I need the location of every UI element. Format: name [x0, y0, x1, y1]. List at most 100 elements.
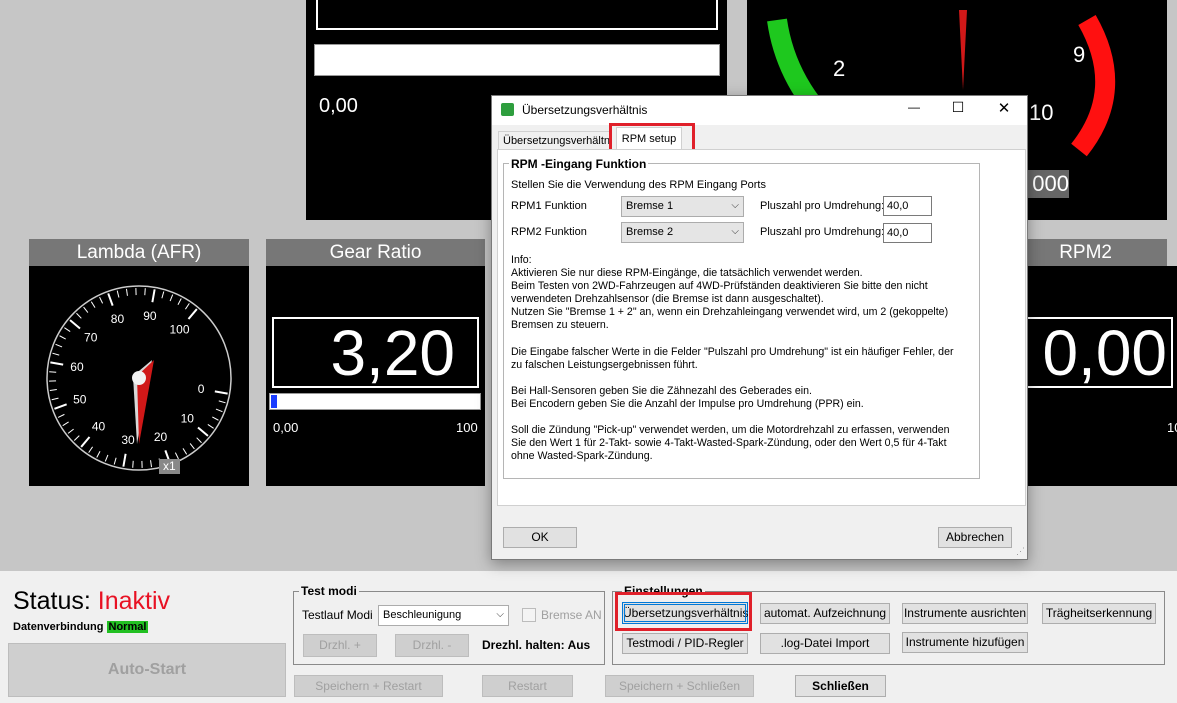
- rpm1-pulse-input[interactable]: 40,0: [883, 196, 932, 216]
- lambda-minor-tick: [73, 435, 80, 441]
- lambda-minor-tick: [150, 460, 153, 468]
- restart-button[interactable]: Restart: [482, 675, 573, 697]
- lambda-major-tick: [54, 403, 67, 410]
- test-modi-title: Test modi: [299, 584, 359, 598]
- info-line: Bremsen zu steuern.: [511, 319, 609, 332]
- rpm1-select-value: Bremse 1: [626, 200, 674, 212]
- lambda-minor-tick: [169, 294, 174, 302]
- dialog-titlebar: Übersetzungsverhältnis — ☐ ✕: [492, 96, 1027, 125]
- dialog-title: Übersetzungsverhältnis: [522, 103, 648, 117]
- lambda-tick-label: 40: [92, 419, 106, 433]
- rpm1-select[interactable]: Bremse 1 ⌵: [621, 196, 744, 217]
- lambda-minor-tick: [218, 400, 226, 404]
- lambda-minor-tick: [99, 296, 104, 304]
- lambda-minor-tick: [212, 416, 219, 421]
- rpm2-select[interactable]: Bremse 2 ⌵: [621, 222, 744, 243]
- rpm2-pulse-label: Pluszahl pro Umdrehung:: [760, 226, 885, 238]
- gear-ratio-bar-fill: [271, 395, 277, 408]
- gear-ratio-bar: [269, 393, 481, 410]
- inertia-detection-button[interactable]: Trägheitserkennung: [1042, 603, 1156, 624]
- maximize-icon[interactable]: ☐: [944, 99, 972, 116]
- gear-ratio-max: 100: [456, 420, 478, 435]
- lambda-minor-tick: [83, 306, 89, 313]
- lambda-minor-tick: [116, 290, 120, 298]
- lambda-gauge-panel: 0 10 20 30 40 50 60 70 80 90 100 x1: [29, 266, 249, 486]
- info-line: ohne Wasted-Spark-Zündung.: [511, 450, 653, 463]
- save-close-button[interactable]: Speichern + Schließen: [605, 675, 754, 697]
- app-icon: [501, 103, 514, 116]
- rpm-intro-text: Stellen Sie die Verwendung des RPM Einga…: [511, 179, 766, 191]
- chevron-down-icon: ⌵: [496, 609, 504, 620]
- lambda-minor-tick: [51, 397, 59, 401]
- lambda-tick-label: 30: [121, 433, 135, 447]
- minimize-icon[interactable]: —: [900, 100, 928, 114]
- ok-button[interactable]: OK: [503, 527, 577, 548]
- lambda-minor-tick: [182, 448, 188, 455]
- auto-record-button[interactable]: automat. Aufzeichnung: [760, 603, 890, 624]
- top-bar-min-label: 0,00: [319, 95, 358, 117]
- close-button[interactable]: Schließen: [795, 675, 886, 697]
- lambda-minor-tick: [59, 335, 66, 340]
- lambda-major-tick: [50, 361, 64, 366]
- lambda-minor-tick: [90, 301, 96, 308]
- auto-start-button[interactable]: Auto-Start: [8, 643, 286, 697]
- rpm-function-title: RPM -Eingang Funktion: [509, 157, 649, 171]
- add-instruments-button[interactable]: Instrumente hizufügen: [902, 632, 1028, 653]
- lambda-major-tick: [122, 453, 127, 467]
- info-text-block: Info: Aktivieren Sie nur diese RPM-Eingä…: [511, 254, 976, 464]
- drehzahl-halten-status: Drezhl. halten: Aus: [482, 638, 591, 652]
- gear-ratio-value: 3,20: [272, 317, 479, 388]
- save-restart-button[interactable]: Speichern + Restart: [294, 675, 443, 697]
- lambda-minor-tick: [64, 327, 71, 333]
- testlauf-select[interactable]: Beschleunigung ⌵: [378, 605, 509, 626]
- rpm2-title: RPM2: [1004, 239, 1167, 266]
- status-line: Status: Inaktiv: [13, 587, 170, 616]
- top-value-box: [316, 0, 718, 30]
- lambda-multiplier: x1: [159, 459, 180, 474]
- gear-ratio-title: Gear Ratio: [266, 239, 485, 266]
- tab-uebersetzung[interactable]: Übersetzungsverhältnis: [498, 131, 610, 149]
- lambda-major-tick: [107, 293, 114, 306]
- lambda-tick-label: 20: [154, 430, 168, 444]
- connection-label: Datenverbindung: [13, 621, 104, 633]
- log-import-button[interactable]: .log-Datei Import: [760, 633, 890, 654]
- resize-grip-icon[interactable]: ⋰: [1016, 546, 1025, 557]
- info-line: Soll die Zündung "Pick-up" verwendet wer…: [511, 424, 950, 437]
- cancel-button[interactable]: Abbrechen: [938, 527, 1012, 548]
- lambda-minor-tick: [113, 457, 117, 465]
- gear-ratio-panel: 3,20 0,00 100: [266, 266, 485, 486]
- status-value: Inaktiv: [97, 587, 171, 615]
- info-line: [511, 411, 976, 424]
- drzhl-plus-button[interactable]: Drzhl. +: [303, 634, 377, 657]
- drzhl-minus-button[interactable]: Drzhl. -: [395, 634, 469, 657]
- info-line: [511, 333, 976, 346]
- lambda-tick-label: 100: [169, 323, 189, 337]
- align-instruments-button[interactable]: Instrumente ausrichten: [902, 603, 1028, 624]
- lambda-tick-label: 50: [73, 393, 87, 407]
- info-line: Bei Hall-Sensoren geben Sie die Zähnezah…: [511, 384, 812, 397]
- lambda-major-tick: [214, 390, 228, 395]
- lambda-tick-label: 60: [70, 360, 84, 374]
- lambda-minor-tick: [76, 312, 82, 319]
- lambda-major-tick: [80, 436, 91, 448]
- lambda-minor-tick: [196, 437, 202, 444]
- lambda-minor-tick: [104, 454, 109, 462]
- rpm-tick-9: 9: [1073, 42, 1085, 67]
- rpm1-pulse-label: Pluszahl pro Umdrehung:: [760, 200, 885, 212]
- lambda-minor-tick: [174, 452, 179, 460]
- connection-badge: Normal: [106, 621, 149, 633]
- lambda-minor-tick: [49, 389, 57, 392]
- lambda-minor-tick: [57, 413, 65, 418]
- info-line: Sie den Wert 1 für 2-Takt- sowie 4-Takt-…: [511, 437, 947, 450]
- lambda-minor-tick: [177, 298, 182, 305]
- info-line: Die Eingabe falscher Werte in die Felder…: [511, 345, 954, 358]
- lambda-gauge: 0 10 20 30 40 50 60 70 80 90 100: [46, 285, 232, 471]
- lambda-minor-tick: [67, 428, 74, 434]
- bremse-an-checkbox[interactable]: [522, 608, 536, 622]
- uebersetzung-dialog: Übersetzungsverhältnis — ☐ ✕ Übersetzung…: [491, 95, 1028, 560]
- rpm2-panel: 0,00 10: [1004, 266, 1177, 486]
- close-icon[interactable]: ✕: [990, 99, 1018, 117]
- rpm2-pulse-input[interactable]: 40,0: [883, 223, 932, 243]
- testmodi-pid-button[interactable]: Testmodi / PID-Regler: [622, 633, 748, 654]
- connection-line: Datenverbindung Normal: [13, 621, 149, 633]
